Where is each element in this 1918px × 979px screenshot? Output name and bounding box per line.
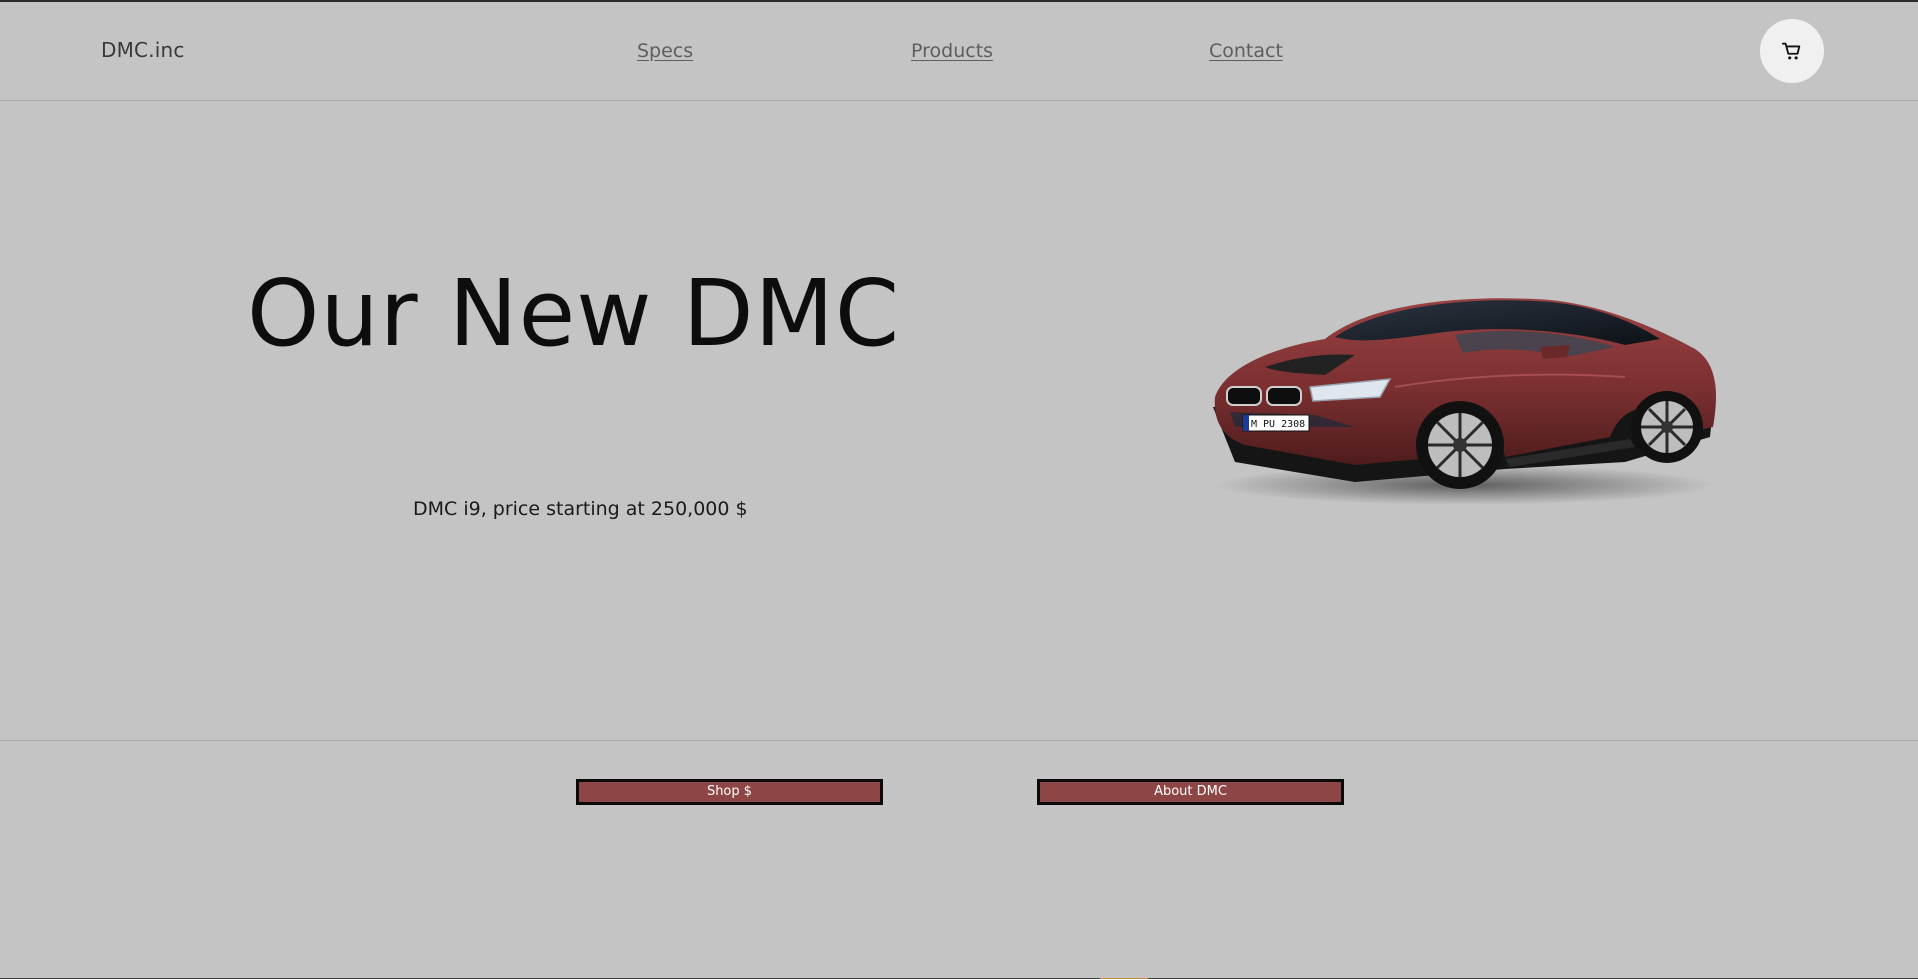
nav-link-contact[interactable]: Contact	[1209, 40, 1283, 62]
shop-button[interactable]: Shop $	[576, 779, 883, 805]
hero-title: Our New DMC	[247, 260, 901, 367]
brand-logo[interactable]: DMC.inc	[101, 38, 185, 62]
section-divider	[0, 740, 1918, 741]
hero-subtitle: DMC i9, price starting at 250,000 $	[413, 498, 748, 520]
cart-icon	[1781, 42, 1801, 60]
cart-button[interactable]	[1760, 19, 1824, 83]
about-dmc-button[interactable]: About DMC	[1037, 779, 1344, 805]
nav-link-products[interactable]: Products	[911, 40, 993, 62]
page: DMC.inc Specs Products Contact Our New D…	[0, 0, 1918, 979]
license-plate: M PU 2308	[1251, 419, 1305, 430]
top-navbar: DMC.inc Specs Products Contact	[0, 2, 1918, 101]
nav-link-specs[interactable]: Specs	[637, 40, 693, 62]
car-image: M PU 2308	[1213, 298, 1716, 505]
